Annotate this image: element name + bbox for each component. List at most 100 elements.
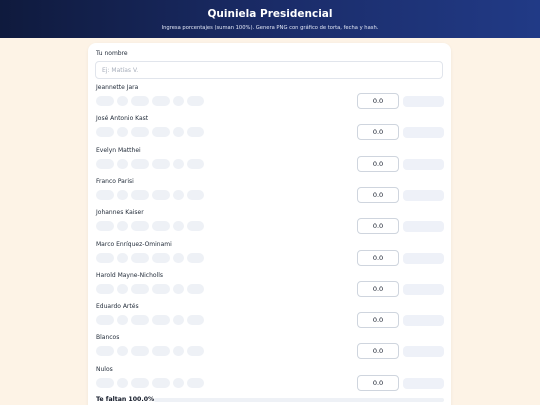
quick-preset-chip[interactable]	[187, 127, 204, 138]
percentage-input[interactable]: 0.0	[357, 374, 399, 391]
quick-preset-buttons	[96, 127, 204, 138]
quick-preset-chip[interactable]	[173, 189, 184, 200]
quick-preset-chip[interactable]	[152, 96, 170, 106]
candidate-label: Nulos	[96, 365, 113, 373]
apply-remaining-button[interactable]	[403, 252, 444, 264]
percentage-input[interactable]: 0.0	[357, 155, 399, 172]
quick-preset-chip[interactable]	[117, 315, 128, 326]
quick-preset-chip[interactable]	[173, 127, 184, 138]
quick-preset-chip[interactable]	[131, 377, 149, 388]
page-title: Quiniela Presidencial	[207, 8, 333, 20]
quick-preset-chip[interactable]	[187, 283, 204, 294]
quick-preset-chip[interactable]	[187, 315, 204, 326]
apply-remaining-button[interactable]	[403, 96, 444, 107]
quick-preset-chip[interactable]	[187, 158, 204, 169]
quick-preset-chip[interactable]	[117, 283, 128, 294]
apply-remaining-button[interactable]	[403, 377, 444, 389]
candidate-label: Jeannette Jara	[96, 84, 139, 91]
quick-preset-chip[interactable]	[131, 221, 149, 232]
quick-preset-buttons	[96, 252, 204, 263]
quick-preset-chip[interactable]	[152, 189, 170, 200]
quick-preset-chip[interactable]	[187, 189, 204, 200]
apply-remaining-button[interactable]	[403, 283, 444, 295]
quick-preset-chip[interactable]	[131, 158, 149, 169]
name-label: Tu nombre	[96, 50, 128, 57]
quick-preset-chip[interactable]	[117, 377, 128, 388]
quick-preset-chip[interactable]	[131, 346, 149, 357]
quick-preset-chip[interactable]	[96, 346, 114, 357]
quick-preset-chip[interactable]	[173, 252, 184, 263]
quick-preset-buttons	[96, 158, 204, 169]
quick-preset-chip[interactable]	[117, 96, 128, 106]
quick-preset-buttons	[96, 315, 204, 326]
quick-preset-chip[interactable]	[173, 221, 184, 232]
percentage-input[interactable]: 0.0	[357, 218, 399, 235]
candidate-label: Franco Parisi	[96, 177, 134, 185]
apply-remaining-button[interactable]	[403, 315, 444, 327]
quick-preset-chip[interactable]	[187, 346, 204, 357]
name-input[interactable]	[95, 61, 443, 79]
quick-preset-chip[interactable]	[117, 189, 128, 200]
quick-preset-chip[interactable]	[152, 377, 170, 388]
quick-preset-chip[interactable]	[152, 221, 170, 232]
quick-preset-chip[interactable]	[131, 252, 149, 263]
quick-preset-buttons	[96, 96, 204, 106]
quick-preset-buttons	[96, 377, 204, 388]
quick-preset-chip[interactable]	[96, 315, 114, 326]
quick-preset-buttons	[96, 283, 204, 294]
remaining-percentage-text: Te faltan 100.0%	[96, 396, 155, 403]
page-subtitle: Ingresa porcentajes (suman 100%). Genera…	[161, 25, 379, 31]
quick-preset-chip[interactable]	[131, 189, 149, 200]
quick-preset-chip[interactable]	[131, 283, 149, 294]
candidate-label: Harold Mayne-Nicholls	[96, 271, 164, 279]
quick-preset-chip[interactable]	[187, 221, 204, 232]
percentage-input[interactable]: 0.0	[357, 312, 399, 329]
percentage-input[interactable]: 0.0	[357, 249, 399, 266]
apply-remaining-button[interactable]	[403, 158, 444, 170]
percentage-input[interactable]: 0.0	[357, 124, 399, 141]
quick-preset-chip[interactable]	[117, 158, 128, 169]
quick-preset-chip[interactable]	[131, 315, 149, 326]
quick-preset-chip[interactable]	[173, 315, 184, 326]
candidate-label: Eduardo Artés	[96, 303, 139, 311]
quick-preset-chip[interactable]	[173, 283, 184, 294]
quick-preset-chip[interactable]	[173, 377, 184, 388]
quick-preset-chip[interactable]	[152, 283, 170, 294]
candidate-label: Johannes Kaiser	[96, 209, 144, 217]
quick-preset-chip[interactable]	[96, 252, 114, 263]
quick-preset-chip[interactable]	[152, 315, 170, 326]
quick-preset-chip[interactable]	[152, 252, 170, 263]
quick-preset-chip[interactable]	[117, 346, 128, 357]
quick-preset-chip[interactable]	[173, 346, 184, 357]
candidate-label: Marco Enríquez-Ominami	[96, 240, 172, 248]
quick-preset-chip[interactable]	[173, 96, 184, 106]
quick-preset-chip[interactable]	[96, 127, 114, 138]
quick-preset-chip[interactable]	[96, 377, 114, 388]
quick-preset-chip[interactable]	[187, 252, 204, 263]
apply-remaining-button[interactable]	[403, 346, 444, 358]
quick-preset-chip[interactable]	[96, 283, 114, 294]
quick-preset-chip[interactable]	[96, 189, 114, 200]
quick-preset-chip[interactable]	[187, 96, 204, 106]
quick-preset-chip[interactable]	[117, 252, 128, 263]
quick-preset-chip[interactable]	[96, 158, 114, 169]
quick-preset-chip[interactable]	[173, 158, 184, 169]
quick-preset-chip[interactable]	[96, 221, 114, 232]
quick-preset-chip[interactable]	[117, 127, 128, 138]
percentage-input[interactable]: 0.0	[357, 280, 399, 297]
quick-preset-chip[interactable]	[131, 127, 149, 138]
quick-preset-chip[interactable]	[152, 346, 170, 357]
quick-preset-chip[interactable]	[187, 377, 204, 388]
percentage-input[interactable]: 0.0	[357, 186, 399, 203]
quick-preset-chip[interactable]	[152, 158, 170, 169]
quick-preset-chip[interactable]	[96, 96, 114, 106]
quick-preset-chip[interactable]	[117, 221, 128, 232]
apply-remaining-button[interactable]	[403, 221, 444, 233]
percentage-input[interactable]: 0.0	[357, 93, 399, 109]
quick-preset-chip[interactable]	[131, 96, 149, 106]
candidate-label: José Antonio Kast	[96, 115, 149, 123]
apply-remaining-button[interactable]	[403, 127, 444, 139]
percentage-input[interactable]: 0.0	[357, 343, 399, 360]
quick-preset-chip[interactable]	[152, 127, 170, 138]
apply-remaining-button[interactable]	[403, 189, 444, 201]
